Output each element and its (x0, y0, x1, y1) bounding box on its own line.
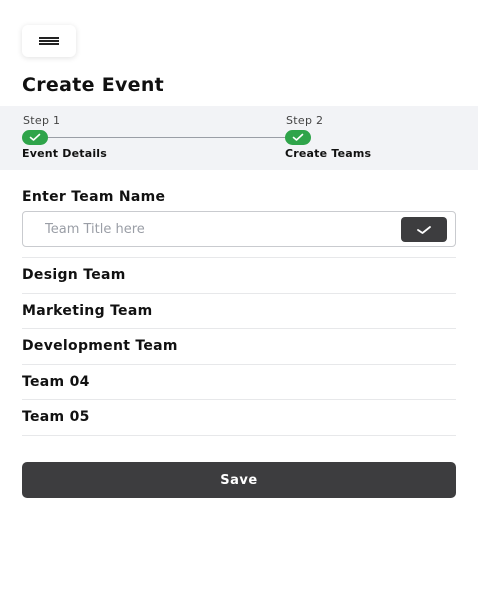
step-label: Step 1 (23, 114, 61, 127)
stepper: Step 1 Event Details Step 2 Create Teams (0, 106, 478, 170)
team-list-item[interactable]: Marketing Team (22, 294, 456, 329)
check-icon (22, 130, 48, 145)
team-name-input[interactable] (45, 212, 415, 246)
team-list-item[interactable]: Development Team (22, 329, 456, 365)
save-button[interactable]: Save (22, 462, 456, 498)
hamburger-icon (39, 37, 59, 45)
check-icon (417, 225, 431, 234)
team-list-item[interactable]: Team 04 (22, 365, 456, 400)
team-list-item[interactable]: Team 05 (22, 400, 456, 436)
team-name-field (22, 211, 456, 247)
menu-button[interactable] (22, 25, 76, 57)
step-connector-line (46, 137, 286, 138)
step-label: Step 2 (286, 114, 324, 127)
add-team-button[interactable] (401, 217, 447, 242)
team-list: Design Team Marketing Team Development T… (22, 257, 456, 436)
team-name-label: Enter Team Name (22, 189, 166, 205)
check-icon (285, 130, 311, 145)
page-title: Create Event (22, 74, 165, 96)
team-list-item[interactable]: Design Team (22, 258, 456, 294)
step-name: Create Teams (285, 147, 372, 160)
step-name: Event Details (22, 147, 108, 160)
